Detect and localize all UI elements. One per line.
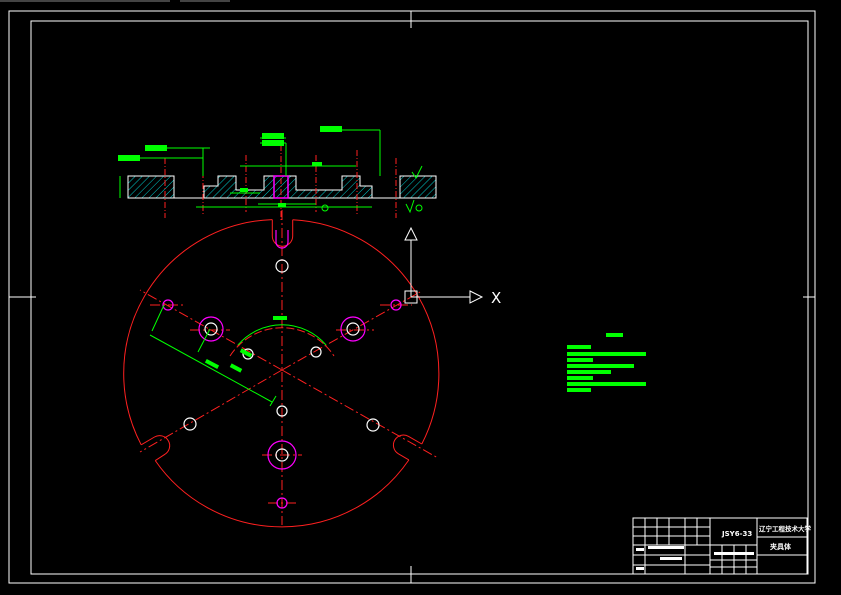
part-name: 夹具体 (770, 542, 792, 551)
school-name: 辽宁工程技术大学 (759, 524, 812, 533)
drawing-number: JSY6-33 (721, 530, 752, 538)
ucs-x-label: X (491, 289, 501, 307)
cad-drawing-canvas[interactable]: X JSY6-33 辽宁工程技术大学 夹具体 (0, 0, 841, 595)
